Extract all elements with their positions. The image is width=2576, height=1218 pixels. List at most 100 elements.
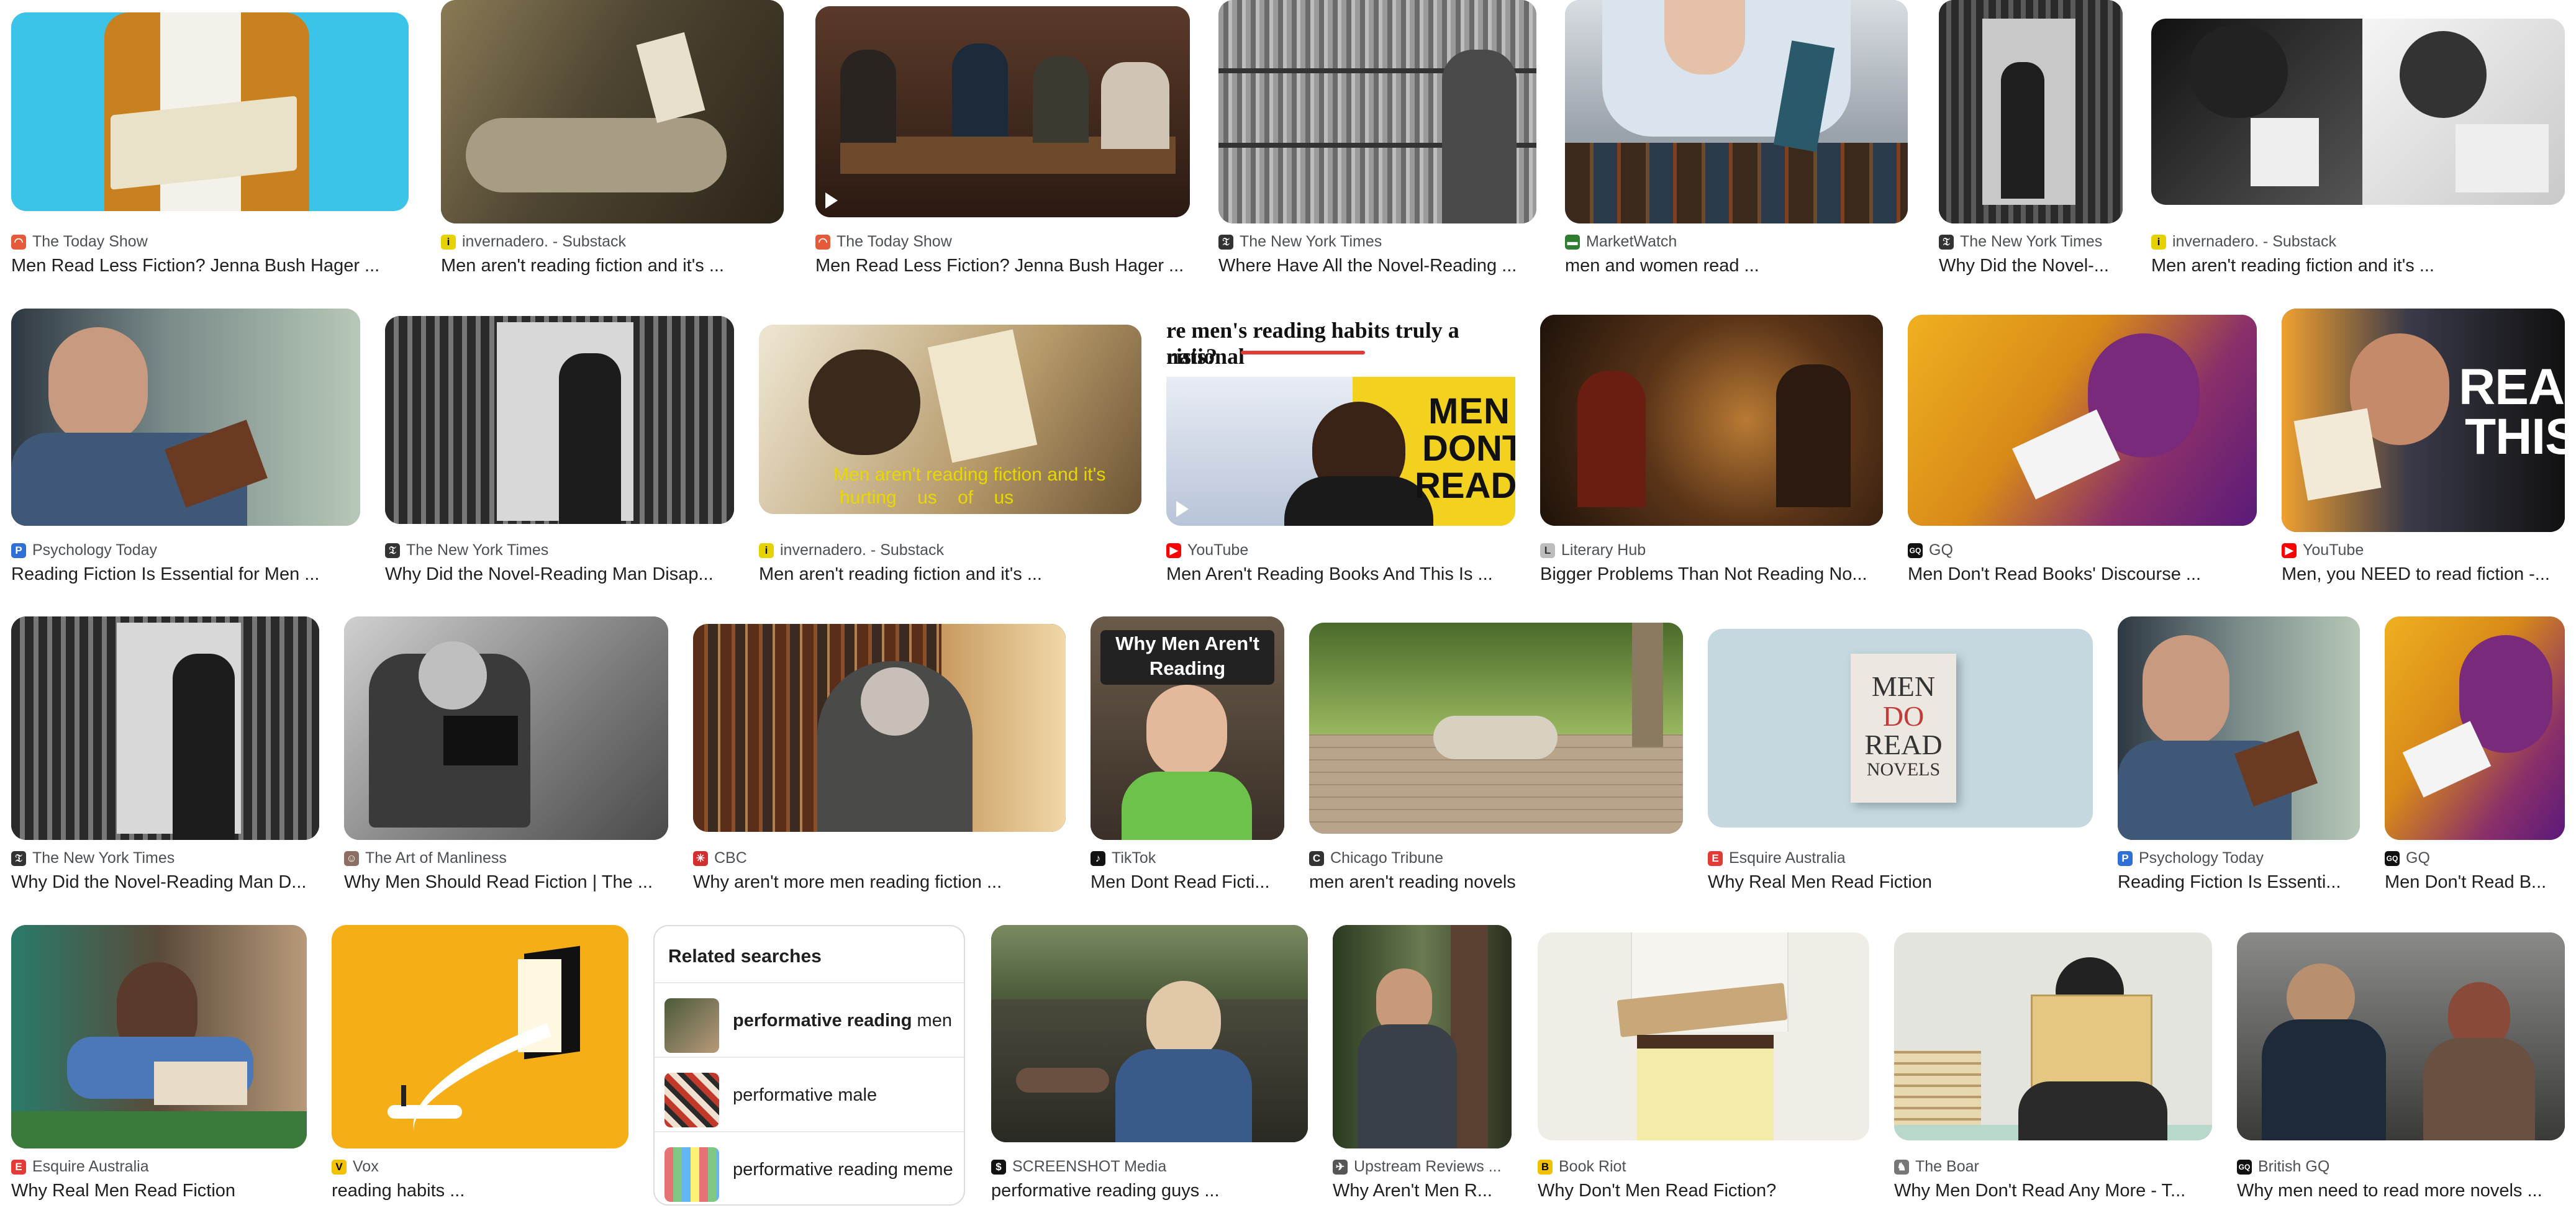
result-title[interactable]: Why Real Men Read Fiction <box>11 1181 307 1201</box>
source-label[interactable]: ◠ The Today Show <box>11 233 148 251</box>
result-title[interactable]: performative reading guys ... <box>991 1181 1308 1201</box>
source-label[interactable]: 𝔗 The New York Times <box>1218 233 1382 251</box>
image-result-card[interactable]: ◠ The Today Show Men Read Less Fiction? J… <box>815 0 1190 286</box>
result-title[interactable]: Men aren't reading fiction and it's ... <box>759 564 1141 585</box>
result-image[interactable] <box>1908 315 2257 526</box>
image-result-card[interactable]: ♞ The Boar Why Men Don't Read Any More - … <box>1894 925 2212 1211</box>
source-label[interactable]: ▶ YouTube <box>2282 541 2364 559</box>
result-title[interactable]: Men Read Less Fiction? Jenna Bush Hager … <box>815 256 1190 276</box>
source-label[interactable]: $ SCREENSHOT Media <box>991 1158 1166 1176</box>
result-image[interactable]: Men aren't reading fiction and it's hurt… <box>759 325 1141 514</box>
result-title[interactable]: Why Aren't Men R... <box>1333 1181 1512 1201</box>
result-title[interactable]: Bigger Problems Than Not Reading No... <box>1540 564 1883 585</box>
result-title[interactable]: Why Don't Men Read Fiction? <box>1538 1181 1869 1201</box>
result-title[interactable]: Why Men Don't Read Any More - T... <box>1894 1181 2212 1201</box>
source-label[interactable]: ☺ The Art of Manliness <box>344 849 507 867</box>
result-title[interactable]: Men Don't Read B... <box>2385 872 2565 893</box>
result-title[interactable]: Men Read Less Fiction? Jenna Bush Hager … <box>11 256 409 276</box>
image-result-card[interactable]: re men's reading habits truly a national… <box>1166 309 1515 594</box>
source-label[interactable]: GQ GQ <box>2385 849 2430 867</box>
image-result-card[interactable]: ▬ MarketWatch men and women read ... <box>1565 0 1908 286</box>
image-result-card[interactable]: V Vox reading habits ... <box>332 925 628 1211</box>
result-image[interactable] <box>1540 315 1883 526</box>
image-result-card[interactable]: i invernadero. - Substack Men aren't read… <box>2151 0 2565 286</box>
result-image[interactable] <box>344 616 668 840</box>
source-label[interactable]: E Esquire Australia <box>1708 849 1846 867</box>
source-label[interactable]: GQ British GQ <box>2237 1158 2329 1176</box>
source-label[interactable]: E Esquire Australia <box>11 1158 149 1176</box>
image-result-card[interactable]: P Psychology Today Reading Fiction Is Ess… <box>2118 616 2360 902</box>
image-result-card[interactable]: Why Men Aren't Reading ♪ TikTok Men Dont … <box>1091 616 1284 902</box>
source-label[interactable]: i invernadero. - Substack <box>441 233 626 251</box>
related-search-item[interactable]: performative reading meme <box>655 1131 964 1206</box>
result-image[interactable] <box>1218 0 1536 223</box>
source-label[interactable]: ◠ The Today Show <box>815 233 952 251</box>
result-title[interactable]: Men Don't Read Books' Discourse ... <box>1908 564 2257 585</box>
result-title[interactable]: Men Aren't Reading Books And This Is ... <box>1166 564 1515 585</box>
result-image[interactable]: READ THIS <box>2282 309 2565 532</box>
result-image[interactable] <box>1939 0 2123 223</box>
result-title[interactable]: Men Dont Read Ficti... <box>1091 872 1284 893</box>
image-result-card[interactable]: 𝔗 The New York Times Why Did the Novel-..… <box>1939 0 2123 286</box>
source-label[interactable]: 𝔗 The New York Times <box>385 541 548 559</box>
source-label[interactable]: ▶ YouTube <box>1166 541 1248 559</box>
image-result-card[interactable]: 𝔗 The New York Times Why Did the Novel-Re… <box>11 616 319 902</box>
result-image[interactable] <box>441 0 784 223</box>
image-result-card[interactable]: L Literary Hub Bigger Problems Than Not R… <box>1540 309 1883 594</box>
result-title[interactable]: Why Men Should Read Fiction | The ... <box>344 872 668 893</box>
result-title[interactable]: Reading Fiction Is Essential for Men ... <box>11 564 360 585</box>
image-result-card[interactable]: C Chicago Tribune men aren't reading nove… <box>1309 616 1683 902</box>
source-label[interactable]: 𝔗 The New York Times <box>1939 233 2102 251</box>
result-title[interactable]: Why men need to read more novels ... <box>2237 1181 2565 1201</box>
result-title[interactable]: Why Did the Novel-Reading Man D... <box>11 872 319 893</box>
source-label[interactable]: GQ GQ <box>1908 541 1953 559</box>
result-title[interactable]: Men, you NEED to read fiction -... <box>2282 564 2565 585</box>
source-label[interactable]: P Psychology Today <box>2118 849 2264 867</box>
result-image[interactable] <box>1333 925 1512 1148</box>
result-title[interactable]: men aren't reading novels <box>1309 872 1683 893</box>
result-image[interactable] <box>693 624 1066 832</box>
result-image[interactable] <box>11 925 307 1148</box>
result-image[interactable] <box>2151 19 2565 205</box>
result-title[interactable]: reading habits ... <box>332 1181 628 1201</box>
image-result-card[interactable]: ☺ The Art of Manliness Why Men Should Rea… <box>344 616 668 902</box>
image-result-card[interactable]: B Book Riot Why Don't Men Read Fiction? <box>1538 925 1869 1211</box>
source-label[interactable]: B Book Riot <box>1538 1158 1626 1176</box>
result-title[interactable]: Reading Fiction Is Essenti... <box>2118 872 2360 893</box>
result-title[interactable]: Why Did the Novel-... <box>1939 256 2123 276</box>
result-image[interactable]: Why Men Aren't Reading <box>1091 616 1284 840</box>
source-label[interactable]: ✳ CBC <box>693 849 747 867</box>
result-image[interactable] <box>11 616 319 840</box>
result-image[interactable] <box>332 925 628 1148</box>
source-label[interactable]: ▬ MarketWatch <box>1565 233 1677 251</box>
image-result-card[interactable]: GQ GQ Men Don't Read B... <box>2385 616 2565 902</box>
result-image[interactable] <box>2237 932 2565 1140</box>
source-label[interactable]: i invernadero. - Substack <box>759 541 944 559</box>
result-title[interactable]: Men aren't reading fiction and it's ... <box>441 256 784 276</box>
result-title[interactable]: Why Did the Novel-Reading Man Disap... <box>385 564 734 585</box>
image-result-card[interactable]: $ SCREENSHOT Media performative reading g… <box>991 925 1308 1211</box>
result-title[interactable]: Why aren't more men reading fiction ... <box>693 872 1066 893</box>
image-result-card[interactable]: ✳ CBC Why aren't more men reading fiction… <box>693 616 1066 902</box>
image-result-card[interactable]: ✈ Upstream Reviews ... Why Aren't Men R..… <box>1333 925 1512 1211</box>
result-image[interactable] <box>1309 623 1683 834</box>
source-label[interactable]: i invernadero. - Substack <box>2151 233 2336 251</box>
source-label[interactable]: V Vox <box>332 1158 379 1176</box>
result-title[interactable]: Men aren't reading fiction and it's ... <box>2151 256 2565 276</box>
image-result-card[interactable]: GQ GQ Men Don't Read Books' Discourse ... <box>1908 309 2257 594</box>
result-image[interactable] <box>815 6 1190 217</box>
source-label[interactable]: ✈ Upstream Reviews ... <box>1333 1158 1502 1176</box>
result-image[interactable] <box>991 925 1308 1142</box>
result-image[interactable]: re men's reading habits truly a national… <box>1166 309 1515 526</box>
image-result-card[interactable]: ◠ The Today Show Men Read Less Fiction? J… <box>11 0 409 286</box>
image-result-card[interactable]: READ THIS ▶ YouTube Men, you NEED to read… <box>2282 309 2565 594</box>
image-result-card[interactable]: P Psychology Today Reading Fiction Is Ess… <box>11 309 360 594</box>
related-search-item[interactable]: performative reading men <box>655 982 964 1057</box>
result-image[interactable] <box>1894 932 2212 1140</box>
source-label[interactable]: P Psychology Today <box>11 541 157 559</box>
image-result-card[interactable]: E Esquire Australia Why Real Men Read Fic… <box>11 925 307 1211</box>
result-image[interactable] <box>2385 616 2565 840</box>
related-search-item[interactable]: performative male <box>655 1057 964 1131</box>
result-title[interactable]: men and women read ... <box>1565 256 1908 276</box>
image-result-card[interactable]: 𝔗 The New York Times Why Did the Novel-Re… <box>385 309 734 594</box>
